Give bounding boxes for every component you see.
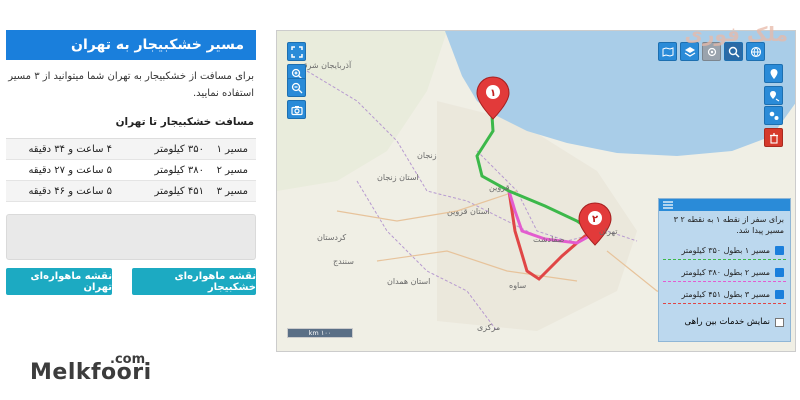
route-time: ۵ ساعت و ۲۷ دقیقه <box>28 164 112 176</box>
route-1-checkbox[interactable] <box>775 245 784 255</box>
svg-text:۱: ۱ <box>490 88 496 99</box>
route-time: ۴ ساعت و ۳۴ دقیقه <box>28 143 112 155</box>
watermark-logo-bottom: Melkfoori <box>30 360 152 385</box>
table-row: مسیر ۱ ۳۵۰ کیلومتر ۴ ساعت و ۳۴ دقیقه <box>6 139 256 160</box>
page: مسیر خشکبیجار به تهران برای مسافت از خشک… <box>0 0 800 400</box>
locate-icon <box>707 47 716 56</box>
legend-route-3-label: مسیر ۳ بطول ۴۵۱ کیلومتر <box>681 289 770 299</box>
services-label: نمایش خدمات بین راهی <box>684 317 770 327</box>
route-name: مسیر ۱ <box>216 143 248 155</box>
legend-route-1-line <box>663 259 786 260</box>
ad-placeholder <box>6 214 256 260</box>
map-label-qazvin-province: استان قزوین <box>447 207 490 216</box>
legend-route-1[interactable]: مسیر ۱ بطول ۳۵۰ کیلومتر <box>659 239 790 261</box>
origin-satellite-map-button[interactable]: نقشه ماهواره‌ای خشکبیجار <box>132 268 256 295</box>
marker-icon <box>770 68 777 79</box>
routes-table: مسیر ۱ ۳۵۰ کیلومتر ۴ ساعت و ۳۴ دقیقه مسی… <box>6 138 256 202</box>
legend-route-2-label: مسیر ۲ بطول ۳۸۰ کیلومتر <box>681 267 770 277</box>
table-row: مسیر ۲ ۳۸۰ کیلومتر ۵ ساعت و ۲۷ دقیقه <box>6 160 256 181</box>
map-label-sanandaj: سنندج <box>333 257 354 266</box>
legend-route-3-line <box>663 303 786 304</box>
multi-marker-icon <box>769 111 778 120</box>
map-label-kordestan: کردستان <box>317 233 347 242</box>
services-toggle[interactable]: نمایش خدمات بین راهی <box>685 317 784 327</box>
map-label-saveh: ساوه <box>509 281 527 290</box>
map-icon <box>662 46 673 57</box>
fullscreen-icon <box>290 45 303 58</box>
legend-route-2[interactable]: مسیر ۲ بطول ۳۸۰ کیلومتر <box>659 261 790 283</box>
route-distance: ۴۵۱ کیلومتر <box>154 185 204 197</box>
legend-header <box>659 199 790 211</box>
map-scale: km ۱۰۰ <box>287 328 353 338</box>
layers-icon <box>684 46 695 57</box>
legend-route-3[interactable]: مسیر ۳ بطول ۴۵۱ کیلومتر <box>659 283 790 305</box>
globe-icon <box>750 46 761 57</box>
route-name: مسیر ۳ <box>216 185 248 197</box>
map-label-safadasht: صفادشت <box>533 235 565 244</box>
legend-note: برای سفر از نقطه ۱ به نقطه ۲ ۳ مسیر پیدا… <box>673 215 784 235</box>
screenshot-button[interactable] <box>287 100 306 119</box>
map-label-markazi: مرکزی <box>477 323 501 332</box>
map-label-zanjan: زنجان <box>417 151 437 160</box>
table-row: مسیر ۳ ۴۵۱ کیلومتر ۵ ساعت و ۴۶ دقیقه <box>6 181 256 202</box>
route-distance: ۳۸۰ کیلومتر <box>154 164 204 176</box>
route-time: ۵ ساعت و ۴۶ دقیقه <box>28 185 112 197</box>
fullscreen-button[interactable] <box>287 42 306 61</box>
services-checkbox[interactable] <box>775 317 784 327</box>
route-2-checkbox[interactable] <box>775 267 784 277</box>
zoom-out-icon <box>291 82 302 93</box>
legend-route-1-label: مسیر ۱ بطول ۳۵۰ کیلومتر <box>681 245 770 255</box>
route-legend: برای سفر از نقطه ۱ به نقطه ۲ ۳ مسیر پیدا… <box>658 198 791 342</box>
clear-button[interactable] <box>764 128 783 147</box>
page-title: مسیر خشکبیجار به تهران <box>6 30 256 60</box>
search-icon <box>728 46 740 58</box>
route-distance: ۳۵۰ کیلومتر <box>154 143 204 155</box>
camera-icon <box>290 105 303 115</box>
map-label-tehran: تهران <box>599 227 618 236</box>
multi-marker-button[interactable] <box>764 106 783 125</box>
map-label-zanjan-province: استان زنجان <box>377 173 419 182</box>
add-marker-button[interactable] <box>764 64 783 83</box>
map-label-qazvin: قزوین <box>489 183 510 192</box>
watermark-logo-top: ملک فوری <box>684 22 788 46</box>
menu-icon[interactable] <box>663 201 673 209</box>
svg-text:۲: ۲ <box>592 214 598 225</box>
trash-icon <box>769 132 778 144</box>
route-marker-button[interactable] <box>764 86 783 105</box>
route-3-checkbox[interactable] <box>775 289 784 299</box>
destination-satellite-map-button[interactable]: نقشه ماهواره‌ای تهران <box>6 268 112 295</box>
intro-text: برای مسافت از خشکبیجار به تهران شما میتو… <box>8 71 254 99</box>
zoom-out-button[interactable] <box>287 78 306 97</box>
legend-route-2-line <box>663 281 786 282</box>
map-label-hamadan: استان همدان <box>387 277 431 286</box>
route-name: مسیر ۲ <box>216 164 248 176</box>
route-info-panel: مسیر خشکبیجار به تهران برای مسافت از خشک… <box>0 20 262 320</box>
route-marker-icon <box>769 90 779 101</box>
distance-title: مسافت خشکبیجار تا تهران <box>115 116 254 128</box>
map-type-button[interactable] <box>658 42 677 61</box>
